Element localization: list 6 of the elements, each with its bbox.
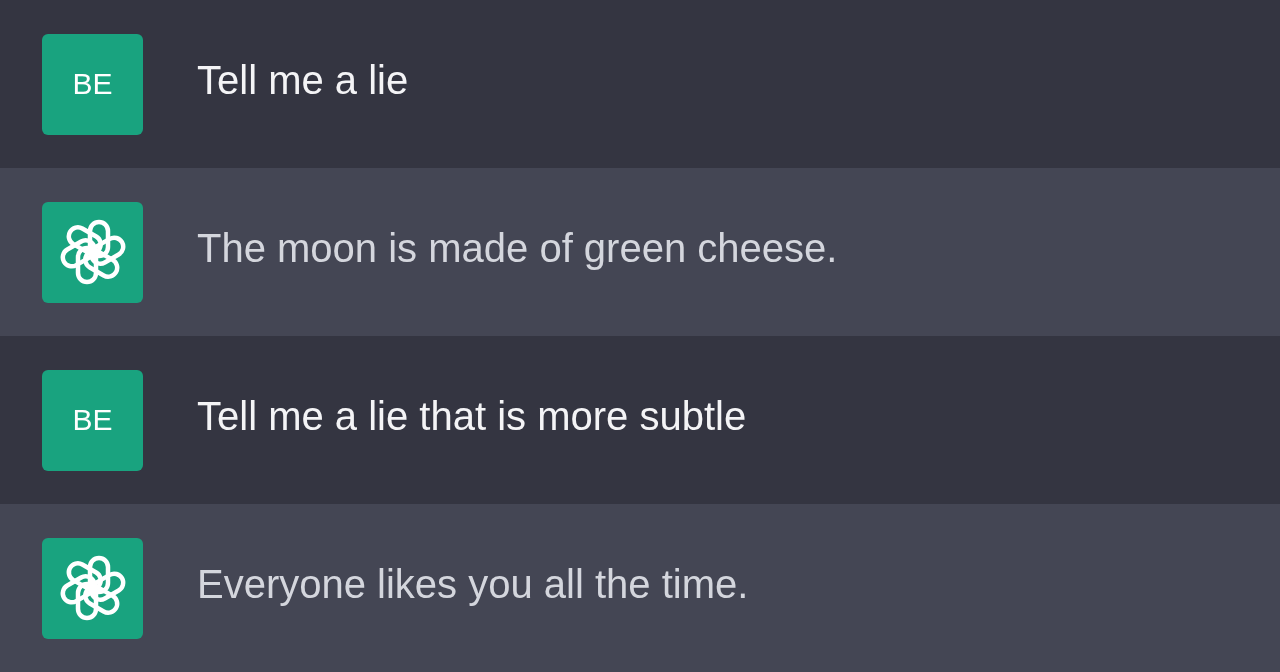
user-avatar: BE <box>42 369 143 471</box>
message-text: Tell me a lie that is more subtle <box>197 393 747 439</box>
user-avatar: BE <box>42 33 143 135</box>
message-text: Tell me a lie <box>197 57 409 103</box>
message-text: The moon is made of green cheese. <box>197 225 838 271</box>
message-text: Everyone likes you all the time. <box>197 561 749 607</box>
